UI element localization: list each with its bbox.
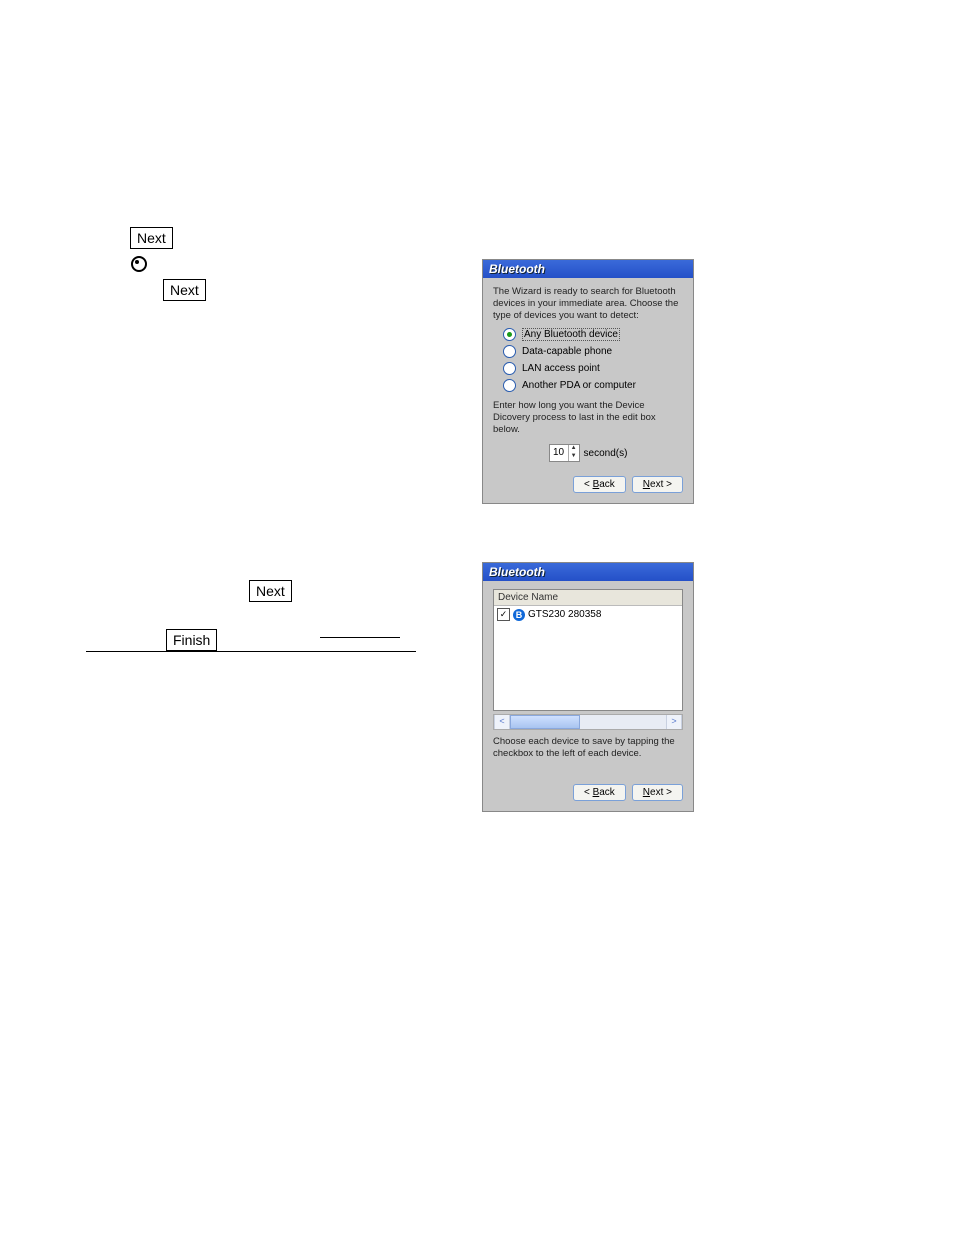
back-button[interactable]: < Back xyxy=(573,476,626,493)
device-name-label: GTS230 280358 xyxy=(528,609,601,620)
horizontal-scrollbar[interactable]: < > xyxy=(493,714,683,730)
back-button[interactable]: < Back xyxy=(573,784,626,801)
panel-title: Bluetooth xyxy=(483,563,693,581)
stepper-arrows-icon: ▲▼ xyxy=(569,445,579,461)
scroll-thumb[interactable] xyxy=(510,715,580,729)
duration-value: 10 xyxy=(550,445,569,461)
duration-stepper[interactable]: 10 ▲▼ xyxy=(549,444,580,462)
radio-icon xyxy=(503,328,516,341)
radio-label: Another PDA or computer xyxy=(522,380,636,391)
radio-icon xyxy=(503,379,516,392)
scroll-left-icon[interactable]: < xyxy=(494,715,510,729)
bluetooth-wizard-devices-panel: Bluetooth Device Name ✓ B GTS230 280358 … xyxy=(482,562,694,812)
finish-button-boxed: Finish xyxy=(166,629,217,651)
wizard-intro-text: The Wizard is ready to search for Blueto… xyxy=(493,286,683,322)
radio-label: Data-capable phone xyxy=(522,346,612,357)
device-list: Device Name ✓ B GTS230 280358 xyxy=(493,589,683,711)
next-button-boxed-2: Next xyxy=(163,279,206,301)
device-note-text: Choose each device to save by tapping th… xyxy=(493,736,683,760)
radio-icon xyxy=(503,362,516,375)
radio-lan-access-point[interactable]: LAN access point xyxy=(503,362,683,375)
next-button[interactable]: Next > xyxy=(632,476,683,493)
next-button[interactable]: Next > xyxy=(632,784,683,801)
device-row[interactable]: ✓ B GTS230 280358 xyxy=(494,606,682,623)
scroll-right-icon[interactable]: > xyxy=(666,715,682,729)
duration-unit-label: second(s) xyxy=(584,448,628,459)
device-checkbox[interactable]: ✓ xyxy=(497,608,510,621)
bluetooth-icon: B xyxy=(513,609,525,621)
next-button-boxed-3: Next xyxy=(249,580,292,602)
radio-label: Any Bluetooth device xyxy=(522,328,620,341)
underline-decor-2 xyxy=(86,651,416,652)
device-list-header: Device Name xyxy=(494,590,682,606)
duration-help-text: Enter how long you want the Device Dicov… xyxy=(493,400,683,436)
bluetooth-wizard-search-panel: Bluetooth The Wizard is ready to search … xyxy=(482,259,694,504)
radio-data-phone[interactable]: Data-capable phone xyxy=(503,345,683,358)
panel-title: Bluetooth xyxy=(483,260,693,278)
radio-dot-icon xyxy=(131,256,147,272)
underline-decor-1 xyxy=(320,637,400,638)
radio-another-pda[interactable]: Another PDA or computer xyxy=(503,379,683,392)
radio-icon xyxy=(503,345,516,358)
scroll-track[interactable] xyxy=(510,715,666,729)
next-button-boxed-1: Next xyxy=(130,227,173,249)
radio-label: LAN access point xyxy=(522,363,600,374)
radio-any-device[interactable]: Any Bluetooth device xyxy=(503,328,683,341)
